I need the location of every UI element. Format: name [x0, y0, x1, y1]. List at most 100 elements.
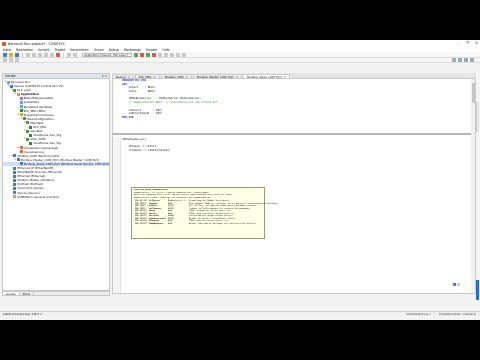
param-type: BOOL — [167, 222, 173, 225]
open-project-icon[interactable] — [9, 52, 13, 57]
stop-icon[interactable] — [152, 52, 156, 57]
tree-node-icon — [13, 186, 17, 190]
copy-icon[interactable] — [44, 52, 48, 57]
zoom-icon[interactable] — [453, 283, 456, 286]
start-icon[interactable] — [146, 52, 150, 57]
left-pane-tabs: Geräte POUs — [2, 291, 110, 296]
tree-node-icon — [29, 141, 33, 145]
tree-node-icon — [13, 178, 17, 182]
cut-icon[interactable] — [38, 52, 42, 57]
minimize-button[interactable]: – — [458, 41, 460, 45]
menu-hilfe[interactable]: Hilfe — [163, 48, 170, 52]
toolbar-icon[interactable] — [15, 58, 19, 62]
code-text: xStop : BOOL; — [122, 89, 156, 94]
parameter-row: VAR_OUTPUT xBadRequests BOOL Anzahl fehlerh… — [134, 223, 279, 226]
line-gutter — [113, 137, 121, 293]
tree-node-icon — [19, 96, 23, 100]
code-text: END_VAR — [122, 114, 134, 119]
zoom-controls — [453, 283, 460, 286]
code-text: fbModbusServer( — [122, 137, 147, 141]
letterbox-bottom — [0, 320, 480, 360]
zoom-in-icon[interactable] — [457, 283, 460, 286]
toolbar-separator — [22, 52, 23, 57]
toolbar-icon[interactable] — [3, 58, 7, 62]
tree-node-icon — [13, 154, 17, 158]
menu-werkzeuge[interactable]: Werkzeuge — [124, 48, 141, 52]
title-bar: Bernoulli Run.project* - CODESYS – ❐ ✕ — [0, 40, 480, 47]
menu-ansicht[interactable]: Ansicht — [38, 48, 49, 52]
vertical-scrollbar[interactable] — [471, 79, 475, 293]
tree-node-icon — [16, 158, 20, 162]
menu-datei[interactable]: Datei — [3, 48, 11, 52]
side-panel-tab[interactable] — [476, 280, 479, 300]
step-over-icon[interactable] — [170, 52, 174, 57]
tree-node-icon — [13, 174, 17, 178]
menu-fenster[interactable]: Fenster — [146, 48, 157, 52]
project-user-status: Projektbenutzer: (niemand) — [439, 312, 476, 316]
param-description: Anzahl fehlerhafter Anfragen seit dem St… — [189, 222, 257, 225]
step-into-icon[interactable] — [176, 52, 180, 57]
device-tree-item[interactable]: SoftMotion General Axis Pool — [3, 195, 109, 199]
menu-bearbeiten[interactable]: Bearbeiten — [16, 48, 33, 52]
paste-icon[interactable] — [50, 52, 54, 57]
parameter-info-tooltip: FUNCTION_BLOCK ModbusServer ModbusServer… — [131, 187, 278, 239]
active-application-select[interactable]: Application [Device: PLC Logic] — [82, 52, 132, 57]
delete-icon[interactable] — [56, 52, 60, 57]
tree-node-icon — [29, 125, 33, 129]
tooltip-line: ModbusServer (Slave) benötigt. Er verwal… — [134, 196, 212, 199]
tree-node-icon — [13, 191, 17, 195]
view-icon[interactable] — [464, 58, 468, 62]
letterbox-top — [0, 0, 480, 40]
menu-online[interactable]: Online — [94, 48, 104, 52]
undo-icon[interactable] — [26, 52, 30, 57]
tab-geraete[interactable]: Geräte — [3, 292, 20, 296]
param-scope: VAR_OUTPUT — [135, 222, 148, 225]
find-icon[interactable] — [67, 52, 71, 57]
tree-node-icon — [13, 166, 17, 170]
declaration-part[interactable]: PROGRAM PLC_PRG VAR xStart : BOOL; xStop … — [113, 78, 475, 135]
login-icon[interactable] — [134, 52, 138, 57]
step-out-icon[interactable] — [182, 52, 186, 57]
tree-node-icon — [26, 137, 30, 141]
scrollbar-thumb[interactable] — [471, 83, 475, 103]
tree-node-icon — [19, 150, 23, 154]
save-icon[interactable] — [15, 52, 19, 57]
breakpoint-icon[interactable] — [164, 52, 168, 57]
maximize-button[interactable]: ❐ — [466, 41, 469, 45]
code-line[interactable]: END_VAR — [113, 114, 475, 120]
tree-node-icon — [16, 92, 20, 96]
device-tree-label: SoftMotion General Axis Pool — [17, 194, 60, 199]
redo-icon[interactable] — [32, 52, 36, 57]
code-line[interactable] — [113, 153, 475, 157]
tab-pous[interactable]: POUs — [20, 292, 34, 296]
tree-node-icon — [13, 182, 17, 186]
view-icon[interactable] — [470, 58, 474, 62]
tree-node-icon — [7, 80, 10, 84]
devices-pane-title: Geräte — [5, 74, 16, 78]
tree-node-icon — [26, 121, 30, 125]
device-tree: ▾ Bernoulli Run ▾ Device (CODESYS Control W… — [3, 79, 109, 199]
toolbar-icon[interactable] — [9, 58, 13, 62]
status-bar: Letzte Kompilierung: 0 ✖ 0 ⚠ Vorkompilie… — [0, 311, 480, 316]
tree-node-icon — [19, 101, 23, 105]
reset-icon[interactable] — [158, 52, 162, 57]
right-tool-strip — [476, 102, 479, 132]
view-toolbar — [452, 58, 474, 62]
tree-node-icon — [13, 88, 17, 92]
build-icon[interactable] — [73, 52, 77, 57]
window-title: Bernoulli Run.project* - CODESYS — [8, 41, 65, 46]
tree-node-icon — [19, 162, 23, 166]
view-icon[interactable] — [452, 58, 456, 62]
parameter-table: VAR_IN_OUT itfServer ModbusServer.I.. Verwa… — [134, 200, 279, 225]
logout-icon[interactable] — [140, 52, 144, 57]
tree-node-icon — [10, 84, 14, 88]
menu-debug[interactable]: Debug — [109, 48, 119, 52]
menu-projekt[interactable]: Projekt — [55, 48, 66, 52]
close-button[interactable]: ✕ — [475, 41, 478, 45]
menu-kompilieren[interactable]: Kompilieren — [70, 48, 88, 52]
new-project-icon[interactable] — [3, 52, 7, 57]
code-text: iTimeout := iZählerStand1, — [122, 148, 171, 153]
pane-close-icon[interactable]: ▾ ✕ — [102, 74, 107, 78]
view-icon[interactable] — [458, 58, 462, 62]
